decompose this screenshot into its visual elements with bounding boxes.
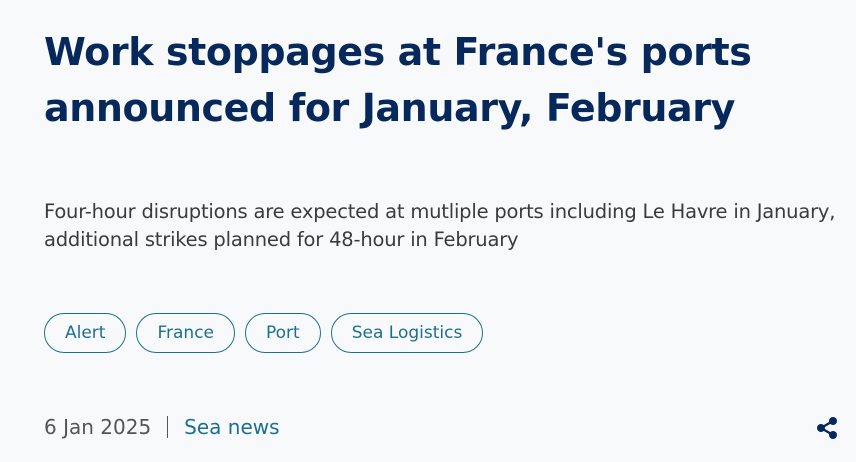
share-icon[interactable] [814,415,840,441]
tag-france[interactable]: France [136,313,235,353]
tag-alert[interactable]: Alert [44,313,127,353]
article-subtitle: Four-hour disruptions are expected at mu… [44,200,836,251]
article-header: Work stoppages at France's ports announc… [44,0,844,462]
category-link[interactable]: Sea news [184,415,279,439]
article-meta: 6 Jan 2025 Sea news [44,412,280,442]
meta-divider [167,416,169,438]
publish-date: 6 Jan 2025 [44,415,152,439]
article-title: Work stoppages at France's ports announc… [44,30,752,130]
tag-port[interactable]: Port [245,313,321,353]
tag-sea-logistics[interactable]: Sea Logistics [330,313,484,353]
tag-list: Alert France Port Sea Logistics [44,313,484,353]
